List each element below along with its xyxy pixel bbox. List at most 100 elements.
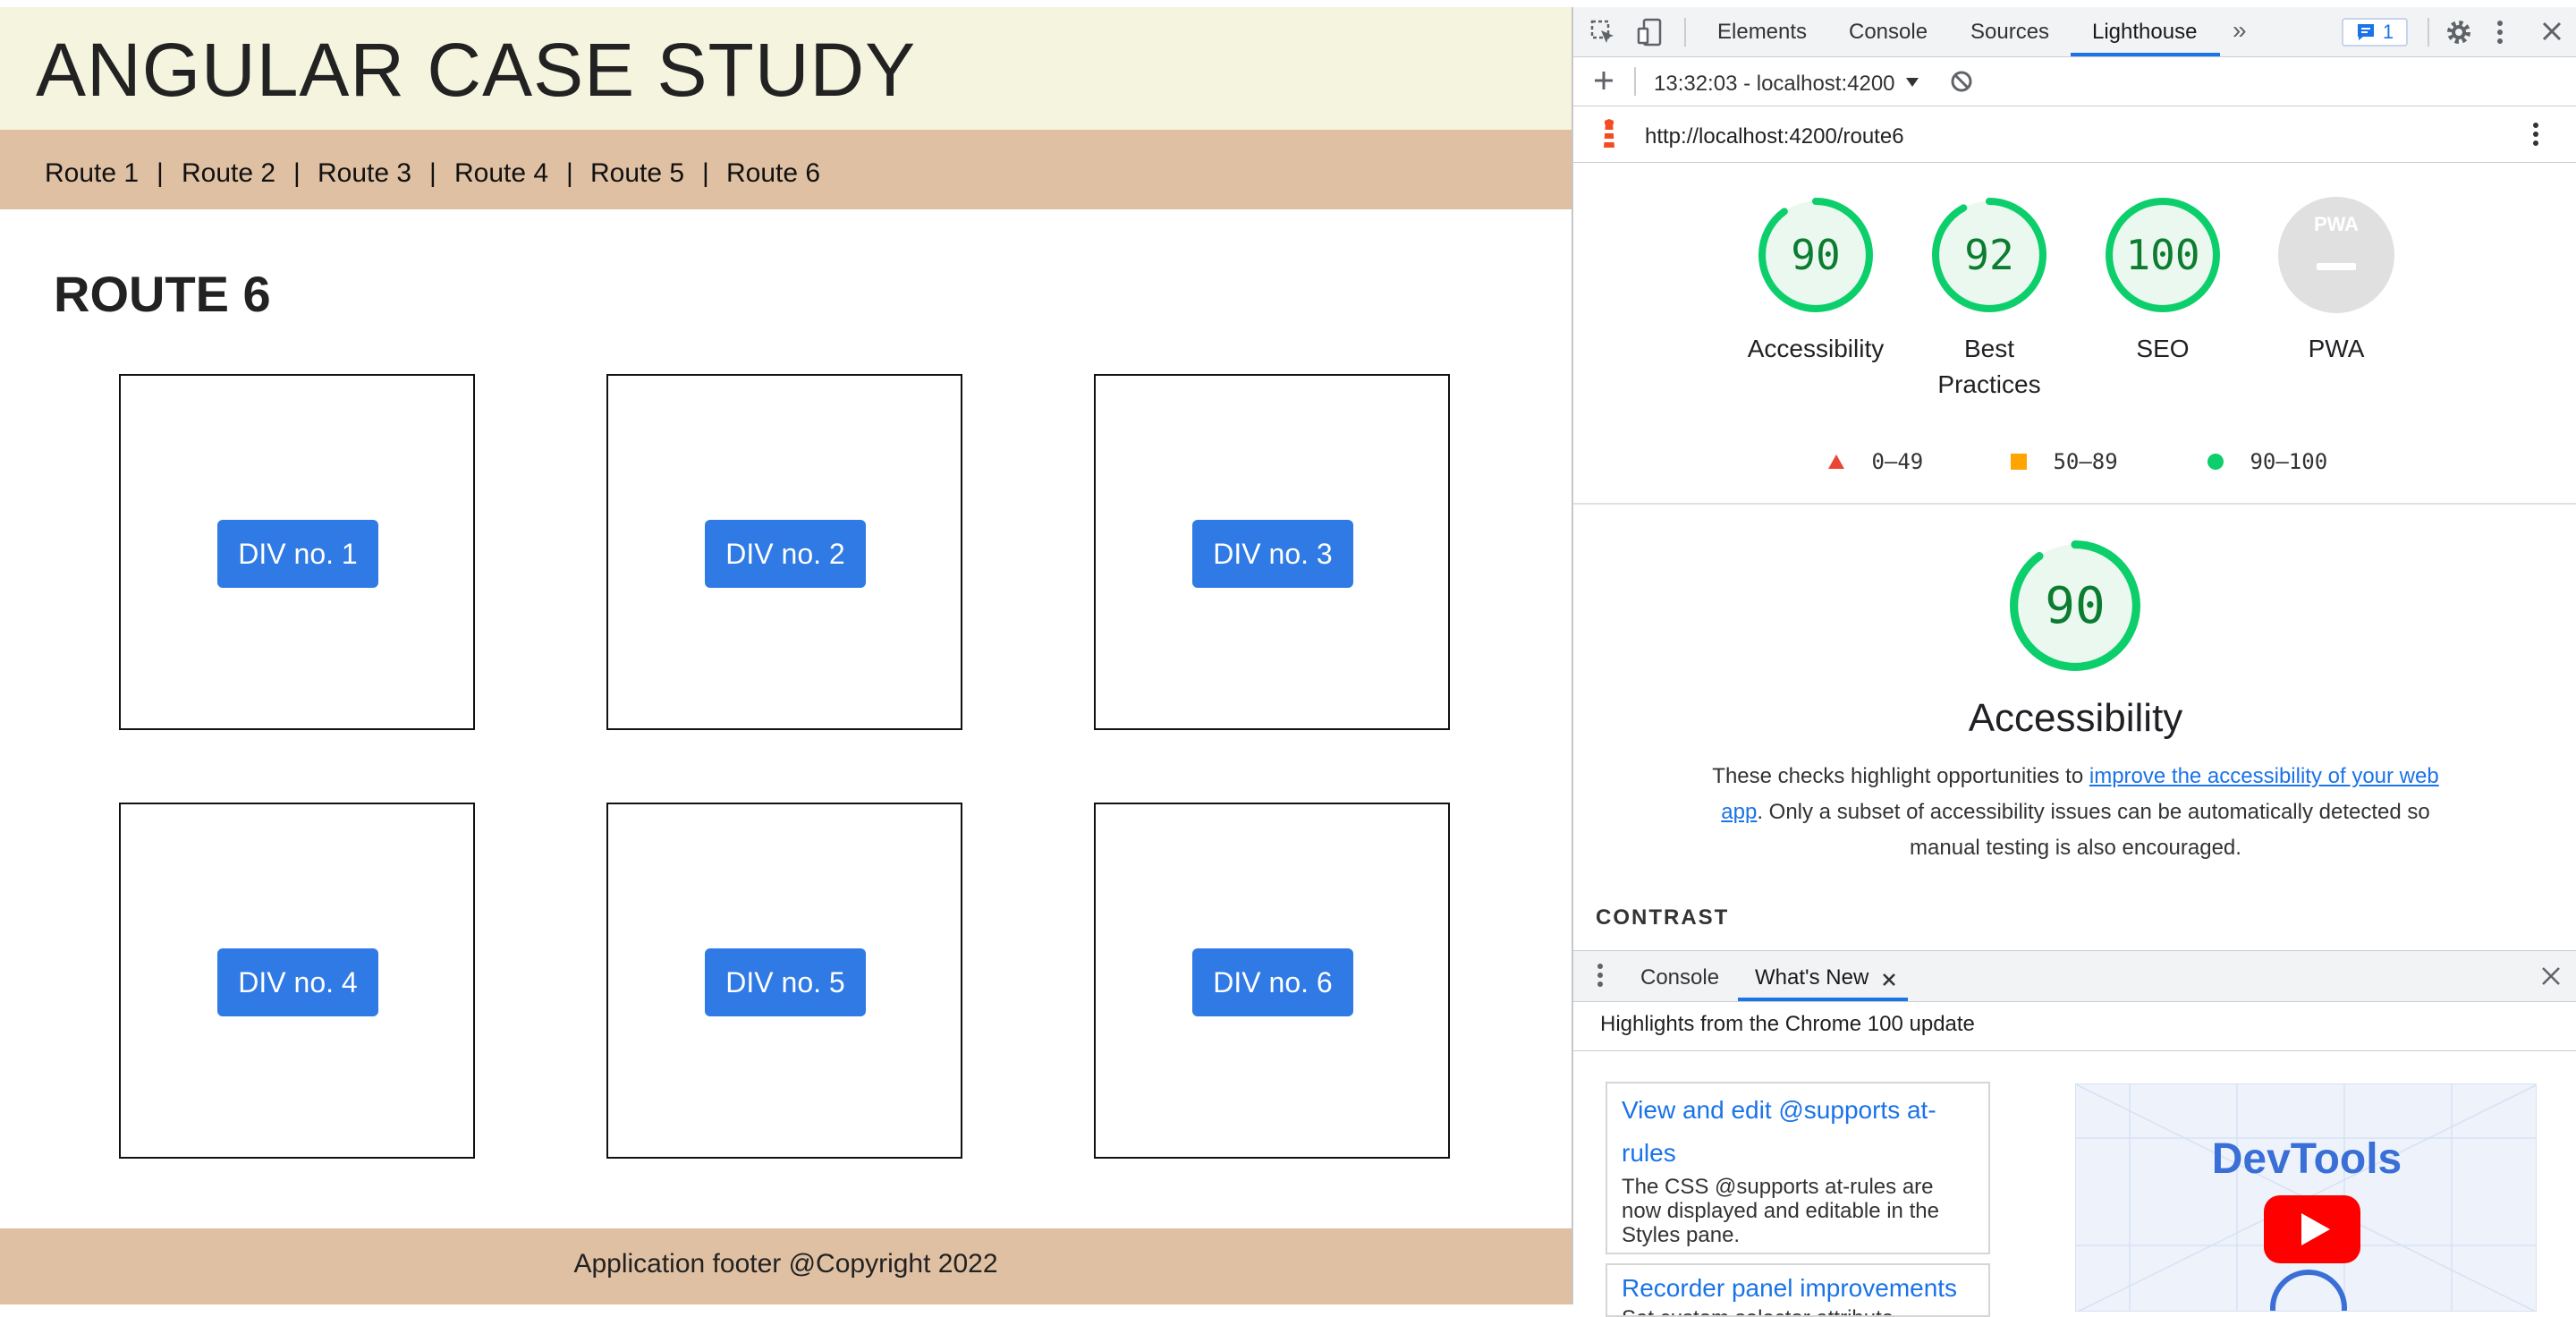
category-score: 90	[2045, 576, 2106, 635]
div-box-1: DIV no. 1	[119, 374, 475, 730]
whats-new-card[interactable]: Recorder panel improvements Set custom s…	[1606, 1263, 1990, 1317]
legend-fail: 0–49	[1826, 449, 1923, 474]
div-button-4[interactable]: DIV no. 4	[217, 948, 378, 1016]
new-report-plus-icon[interactable]	[1591, 68, 1616, 98]
toolbar-divider	[2428, 18, 2429, 47]
pwa-badge-text: PWA	[2313, 213, 2360, 235]
app-nav: Route 1 | Route 2 | Route 3 | Route 4 | …	[0, 130, 1572, 209]
app-header: ANGULAR CASE STUDY	[0, 7, 1572, 130]
device-toolbar-icon[interactable]	[1637, 18, 1664, 51]
chevron-down-icon[interactable]	[1904, 70, 1920, 95]
gauge-score: 92	[1964, 231, 2014, 279]
div-button-3[interactable]: DIV no. 3	[1192, 520, 1353, 588]
inspect-element-icon[interactable]	[1589, 19, 1616, 50]
nav-separator: |	[429, 158, 436, 188]
card-body: The CSS @supports at-rules are now displ…	[1622, 1175, 1939, 1247]
drawer-tab-whats-new[interactable]: What's New	[1755, 965, 1868, 990]
card-body: Set custom selector attribute...	[1622, 1306, 1974, 1315]
kebab-menu-icon[interactable]	[2496, 18, 2504, 51]
active-tab-indicator	[2071, 53, 2220, 56]
issues-badge[interactable]: 1	[2342, 18, 2408, 47]
gauge-label-best-practices: Best Practices	[1937, 335, 2041, 398]
pass-circle-icon	[2207, 454, 2224, 470]
close-tab-icon[interactable]	[1881, 967, 1897, 992]
issues-icon	[2357, 24, 2374, 40]
desc-text: . Only a subset of accessibility issues …	[1757, 800, 2430, 860]
drawer-tab-console[interactable]: Console	[1640, 965, 1719, 990]
nav-link-route-4[interactable]: Route 4	[454, 158, 548, 189]
gauge-accessibility[interactable]: 90	[1758, 197, 1874, 313]
nav-link-route-6[interactable]: Route 6	[726, 158, 820, 189]
legend-fail-label: 0–49	[1871, 449, 1924, 474]
gauge-best-practices[interactable]: 92	[1931, 197, 2047, 313]
gauge-seo[interactable]: 100	[2105, 197, 2221, 313]
footer-text: Application footer @Copyright 2022	[573, 1248, 998, 1279]
div-button-5[interactable]: DIV no. 5	[705, 948, 866, 1016]
div-box-4: DIV no. 4	[119, 803, 475, 1159]
desc-text: These checks highlight opportunities to	[1712, 764, 2089, 788]
nav-separator: |	[566, 158, 573, 188]
youtube-play-icon[interactable]	[2264, 1195, 2360, 1263]
category-title: Accessibility	[1968, 696, 2183, 740]
legend-average-label: 50–89	[2053, 449, 2118, 474]
app-title: ANGULAR CASE STUDY	[36, 28, 917, 112]
gauge-score: 90	[1791, 231, 1841, 279]
legend-pass: 90–100	[2207, 449, 2327, 474]
category-gauge: 90	[2009, 540, 2141, 672]
report-url: http://localhost:4200/route6	[1645, 124, 1904, 149]
report-selector[interactable]: 13:32:03 - localhost:4200	[1654, 72, 1895, 97]
lighthouse-toolbar: 13:32:03 - localhost:4200	[1573, 57, 2576, 106]
lighthouse-logo-icon	[1597, 119, 1622, 156]
nav-link-route-1[interactable]: Route 1	[45, 158, 139, 189]
clear-reports-icon[interactable]	[1949, 69, 1974, 98]
category-description: These checks highlight opportunities to …	[1707, 759, 2444, 866]
tab-lighthouse[interactable]: Lighthouse	[2092, 20, 2197, 45]
whats-new-card[interactable]: View and edit @supports at-rules The CSS…	[1606, 1082, 1990, 1254]
nav-link-route-5[interactable]: Route 5	[590, 158, 684, 189]
div-button-2[interactable]: DIV no. 2	[705, 520, 866, 588]
gauge-label-accessibility: Accessibility	[1747, 335, 1885, 362]
section-heading-contrast: CONTRAST	[1596, 905, 1730, 930]
fail-triangle-icon	[1828, 455, 1844, 469]
issues-count: 1	[2382, 21, 2394, 43]
close-drawer-icon[interactable]	[2540, 965, 2562, 991]
devtools-panel: Elements Console Sources Lighthouse » 1 …	[1572, 7, 2576, 1317]
div-button-1[interactable]: DIV no. 1	[217, 520, 378, 588]
settings-gear-icon[interactable]	[2445, 18, 2473, 51]
div-button-6[interactable]: DIV no. 6	[1192, 948, 1353, 1016]
drawer-active-indicator	[1738, 998, 1908, 1001]
close-devtools-icon[interactable]	[2540, 20, 2563, 47]
nav-link-route-3[interactable]: Route 3	[318, 158, 411, 189]
nav-separator: |	[702, 158, 709, 188]
tab-elements[interactable]: Elements	[1717, 20, 1807, 45]
div-box-5: DIV no. 5	[606, 803, 962, 1159]
section-divider	[1573, 503, 2576, 505]
div-box-6: DIV no. 6	[1094, 803, 1450, 1159]
card-title-link[interactable]: Recorder panel improvements	[1622, 1270, 1974, 1306]
tab-console[interactable]: Console	[1849, 20, 1928, 45]
report-menu-icon[interactable]	[2531, 120, 2540, 153]
card-title-link[interactable]: View and edit @supports at-rules	[1622, 1089, 1974, 1175]
div-box-2: DIV no. 2	[606, 374, 962, 730]
nav-link-route-2[interactable]: Route 2	[182, 158, 275, 189]
legend-average: 50–89	[2010, 449, 2118, 474]
average-square-icon	[2011, 454, 2027, 470]
gauge-score: 100	[2125, 231, 2200, 279]
more-tabs-icon[interactable]: »	[2233, 18, 2247, 43]
app-footer: Application footer @Copyright 2022	[0, 1228, 1572, 1304]
gauge-label-pwa: PWA	[2308, 335, 2365, 362]
drawer-menu-icon[interactable]	[1597, 962, 1604, 993]
div-box-3: DIV no. 3	[1094, 374, 1450, 730]
toolbar-divider	[1684, 18, 1686, 47]
legend-pass-label: 90–100	[2250, 449, 2328, 474]
gauge-pwa[interactable]: PWA	[2278, 197, 2394, 313]
route-heading: ROUTE 6	[54, 266, 271, 322]
toolbar-divider	[1634, 67, 1636, 96]
section-divider	[1573, 1050, 2576, 1051]
app-page: ANGULAR CASE STUDY Route 1 | Route 2 | R…	[0, 7, 1572, 1304]
devtools-tab-bar: Elements Console Sources Lighthouse » 1	[1573, 7, 2576, 57]
drawer-tab-bar: Console What's New	[1573, 950, 2576, 1002]
promo-title: DevTools	[2211, 1135, 2402, 1183]
tab-sources[interactable]: Sources	[1970, 20, 2049, 45]
whats-new-video-thumbnail[interactable]: DevTools	[2075, 1083, 2537, 1312]
